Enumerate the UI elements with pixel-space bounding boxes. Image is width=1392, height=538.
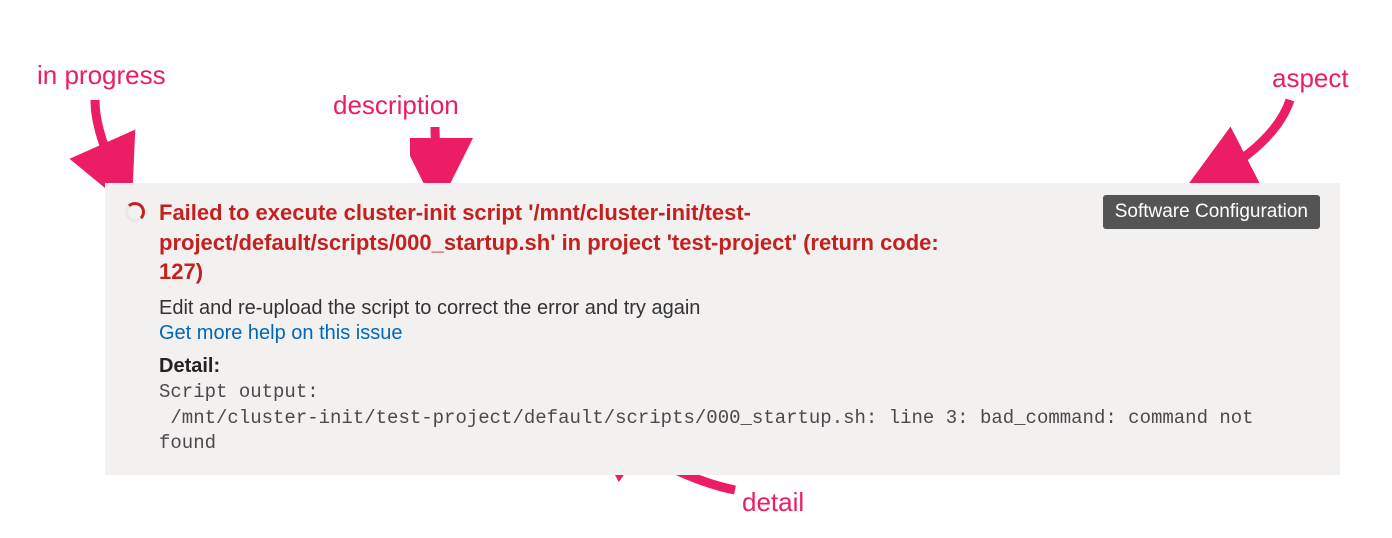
arrow-aspect bbox=[1185, 95, 1305, 190]
help-link[interactable]: Get more help on this issue bbox=[159, 322, 402, 345]
arrow-description bbox=[410, 122, 490, 187]
status-column bbox=[125, 198, 153, 222]
error-content: Failed to execute cluster-init script '/… bbox=[153, 198, 1320, 457]
arrow-in-progress bbox=[65, 95, 145, 190]
annotation-in-progress: in progress bbox=[37, 60, 166, 91]
error-card: Failed to execute cluster-init script '/… bbox=[105, 183, 1340, 475]
error-description: Failed to execute cluster-init script '/… bbox=[159, 198, 979, 287]
spinner-icon bbox=[125, 202, 145, 222]
annotation-aspect: aspect bbox=[1272, 63, 1349, 94]
error-recommendation: Edit and re-upload the script to correct… bbox=[159, 297, 1320, 320]
aspect-badge: Software Configuration bbox=[1103, 195, 1320, 229]
annotation-description: description bbox=[333, 90, 459, 121]
annotation-detail: detail bbox=[742, 487, 804, 518]
detail-output: Script output: /mnt/cluster-init/test-pr… bbox=[159, 380, 1320, 457]
detail-label: Detail: bbox=[159, 355, 1320, 378]
